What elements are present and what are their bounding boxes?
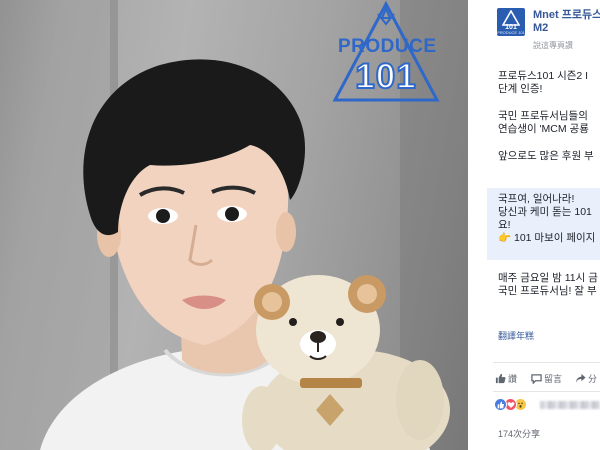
share-count[interactable]: 174次分享 bbox=[498, 429, 540, 440]
post-text-line: 국프여, 일어나라! bbox=[498, 193, 575, 205]
post-text-line: 국민 프로듀서님! 잘 부 bbox=[498, 285, 597, 297]
post-sidebar: 101 PRODUCE 101 Mnet 프로듀스 M2 說這專頁讚 프로듀스1… bbox=[487, 0, 600, 450]
left-eye bbox=[156, 209, 170, 223]
comment-button[interactable]: 留言 bbox=[531, 368, 562, 388]
post-text-line: 프로듀스101 시즌2 I bbox=[498, 70, 589, 82]
like-page-link[interactable]: 說這專頁讚 bbox=[533, 41, 573, 51]
bear-right-arm bbox=[396, 360, 444, 440]
avatar-caption: PRODUCE 101 bbox=[497, 30, 525, 35]
bear-left-eye bbox=[289, 318, 297, 326]
post-text-line[interactable]: 👉 101 마보이 페이지 bbox=[498, 232, 595, 245]
post-text-line: 국민 프로듀서님들의 bbox=[498, 110, 588, 122]
post-text-line: 앞으로도 많은 후원 부 bbox=[498, 150, 594, 162]
post-text-line: 연습생이 'MCM 공룡 bbox=[498, 123, 589, 135]
post-text-line: 당신과 케미 돋는 101 bbox=[498, 206, 592, 218]
produce-logo-word: PRODUCE bbox=[338, 36, 437, 57]
page-avatar[interactable]: 101 PRODUCE 101 bbox=[497, 8, 525, 36]
page-name-link[interactable]: Mnet 프로듀스 bbox=[533, 9, 600, 22]
comment-icon bbox=[531, 373, 542, 384]
reactions-summary[interactable] bbox=[494, 397, 600, 413]
share-button[interactable]: 分 bbox=[575, 368, 597, 388]
like-button[interactable]: 讚 bbox=[495, 368, 517, 388]
bear-nose bbox=[310, 331, 326, 343]
post-photo[interactable]: PRODUCE 101 bbox=[0, 0, 468, 450]
divider bbox=[493, 362, 600, 363]
right-ear bbox=[276, 212, 296, 252]
post-text-line: 단계 인증! bbox=[498, 83, 543, 95]
bear-collar bbox=[300, 378, 362, 388]
share-icon bbox=[575, 373, 586, 383]
share-button-label: 分 bbox=[588, 373, 598, 384]
post-text-line: 매주 금요일 밤 11시 금 bbox=[498, 272, 598, 284]
like-reaction-icon bbox=[494, 398, 507, 411]
like-button-label: 讚 bbox=[508, 373, 518, 384]
post-actions: 讚 留言 分 bbox=[495, 368, 600, 388]
divider bbox=[493, 391, 600, 392]
post-text-line: 요! bbox=[498, 219, 511, 231]
wall-panel-left bbox=[0, 0, 110, 450]
comment-button-label: 留言 bbox=[544, 373, 563, 384]
photo-post-gap bbox=[468, 0, 487, 450]
page-name-link-cont[interactable]: M2 bbox=[533, 22, 548, 35]
blurred-reaction-count bbox=[540, 401, 600, 409]
produce-logo-number: 101 bbox=[354, 56, 417, 97]
bear-right-eye bbox=[336, 318, 344, 326]
like-icon bbox=[495, 373, 506, 383]
see-translation-link[interactable]: 翻譯年糕 bbox=[498, 331, 534, 342]
right-eye bbox=[225, 207, 239, 221]
